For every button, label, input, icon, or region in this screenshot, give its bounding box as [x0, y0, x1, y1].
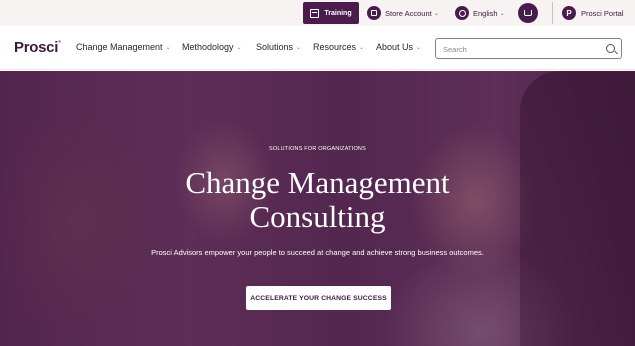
- nav-label: Solutions: [256, 42, 294, 52]
- hero-title: Change Management Consulting: [0, 166, 635, 234]
- cart-button[interactable]: [518, 3, 538, 23]
- nav-label: Resources: [313, 42, 357, 52]
- search-icon[interactable]: [606, 44, 615, 53]
- training-button[interactable]: Training: [303, 2, 359, 24]
- globe-icon: [455, 6, 469, 20]
- hero-eyebrow: SOLUTIONS FOR ORGANIZATIONS: [269, 146, 366, 152]
- search-input[interactable]: [443, 42, 593, 56]
- store-account-label: Store Account: [385, 8, 432, 18]
- accelerate-cta-button[interactable]: ACCELERATE YOUR CHANGE SUCCESS: [246, 286, 391, 310]
- nav-item-change-management[interactable]: Change Management ⌄: [76, 42, 171, 52]
- hero-title-line-2: Consulting: [249, 199, 386, 234]
- nav-item-resources[interactable]: Resources ⌄: [313, 42, 364, 52]
- hero-banner: SOLUTIONS FOR ORGANIZATIONS Change Manag…: [0, 71, 635, 346]
- portal-icon: P: [562, 6, 576, 20]
- logo-text: Prosci: [14, 39, 59, 56]
- language-label: English: [473, 8, 498, 18]
- hero-subtitle: Prosci Advisors empower your people to s…: [151, 248, 484, 257]
- chevron-down-icon: ⌄: [236, 44, 242, 51]
- store-icon: [367, 6, 381, 20]
- calendar-icon: [310, 8, 320, 18]
- main-nav: Prosci® Change Management ⌄ Methodology …: [0, 26, 635, 70]
- chevron-down-icon: ⌄: [499, 10, 505, 17]
- chevron-down-icon: ⌄: [416, 44, 422, 51]
- training-label: Training: [324, 9, 352, 17]
- nav-item-solutions[interactable]: Solutions ⌄: [256, 42, 301, 52]
- chevron-down-icon: ⌄: [165, 44, 171, 51]
- cart-icon: [524, 10, 532, 16]
- nav-item-methodology[interactable]: Methodology ⌄: [182, 42, 242, 52]
- store-account-menu[interactable]: Store Account ⌄: [367, 0, 439, 26]
- language-menu[interactable]: English ⌄: [455, 0, 505, 26]
- search-box: [435, 38, 622, 59]
- chevron-down-icon: ⌄: [296, 44, 302, 51]
- nav-item-about-us[interactable]: About Us ⌄: [376, 42, 421, 52]
- portal-label: Prosci Portal: [581, 8, 624, 18]
- utility-bar: Training Store Account ⌄ English ⌄ P Pro…: [0, 0, 635, 26]
- nav-label: About Us: [376, 42, 414, 52]
- nav-label: Change Management: [76, 42, 163, 52]
- chevron-down-icon: ⌄: [359, 44, 365, 51]
- nav-label: Methodology: [182, 42, 234, 52]
- hero-title-line-1: Change Management: [185, 165, 450, 200]
- utility-divider: [552, 2, 553, 24]
- chevron-down-icon: ⌄: [433, 10, 439, 17]
- prosci-portal-link[interactable]: P Prosci Portal: [562, 0, 624, 26]
- prosci-logo[interactable]: Prosci®: [14, 39, 61, 56]
